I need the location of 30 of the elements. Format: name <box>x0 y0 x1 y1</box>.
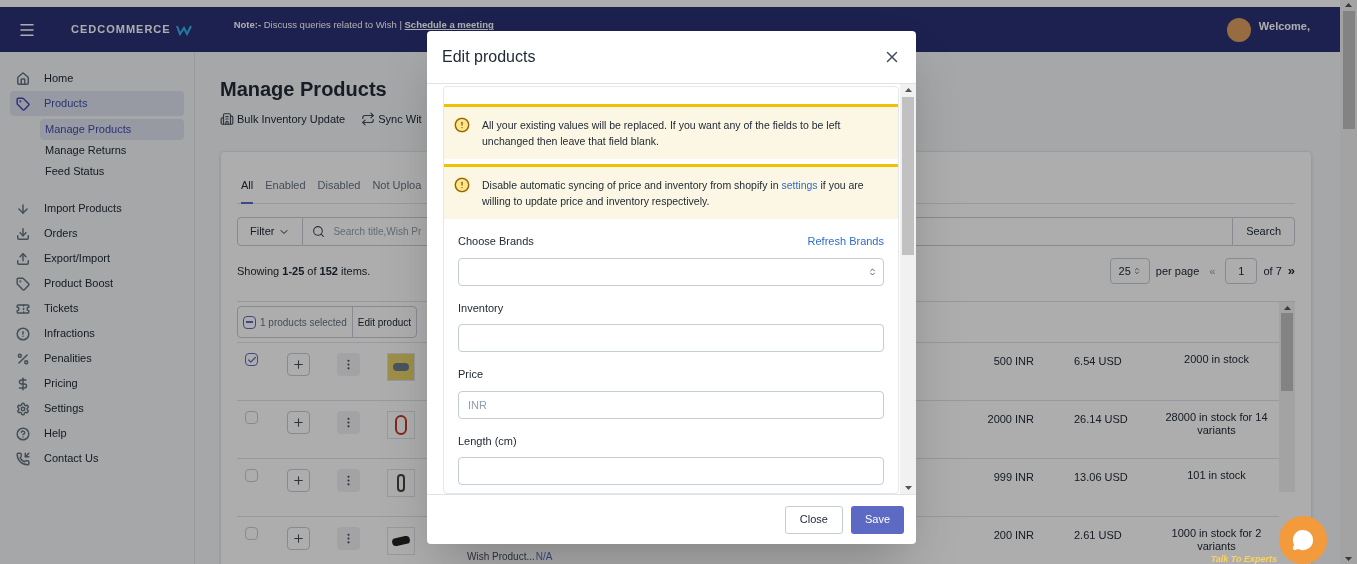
dialog-title: Edit products <box>442 47 536 67</box>
header-note: Note:- Discuss queries related to Wish | Schedule a meeting <box>233 19 494 30</box>
stock-status: 1000 in stock for 2 variants <box>1171 527 1262 552</box>
field-label: Inventory <box>458 300 504 316</box>
price-inr: 999 INR <box>993 471 1034 483</box>
price-inr: 2000 INR <box>987 413 1034 425</box>
warning-text: All your existing values will be replaced. If you want any of the fields to be left unchanged then leave that field blank. <box>482 118 842 149</box>
detail-label: Wish Product... <box>467 550 535 564</box>
price-inr: 200 INR <box>993 529 1034 541</box>
stock-status: 101 in stock <box>1187 469 1246 481</box>
field-label: Length (cm) <box>458 433 517 449</box>
price-usd: 6.54 USD <box>1074 355 1122 367</box>
talk-to-experts-caption: Talk To Experts <box>1210 555 1277 564</box>
logo-text: CEDCOMMERCE <box>71 22 171 38</box>
price-usd: 2.61 USD <box>1074 529 1122 541</box>
per-page-label: per page <box>1155 263 1200 279</box>
price-inr: 500 INR <box>993 355 1034 367</box>
page-title: Manage Products <box>220 77 387 102</box>
stock-status: 28000 in stock for 14 variants <box>1165 411 1268 436</box>
stock-status: 2000 in stock <box>1184 353 1249 365</box>
results-summary: Showing 1-25 of 152 items. <box>237 263 371 279</box>
detail-value: N/A <box>535 550 553 564</box>
price-usd: 13.06 USD <box>1074 471 1128 483</box>
field-label: Price <box>458 367 484 382</box>
selection-count: 1 products selected <box>260 315 347 330</box>
warning-text: Disable automatic syncing of price and inventory from shopify in settings if you are willing to update price and inventory respectively. <box>482 178 865 209</box>
page-total: of 7 <box>1263 263 1282 279</box>
price-usd: 26.14 USD <box>1074 413 1128 425</box>
welcome-text: Welcome, <box>1258 18 1310 34</box>
field-label: Choose Brands <box>458 234 534 249</box>
